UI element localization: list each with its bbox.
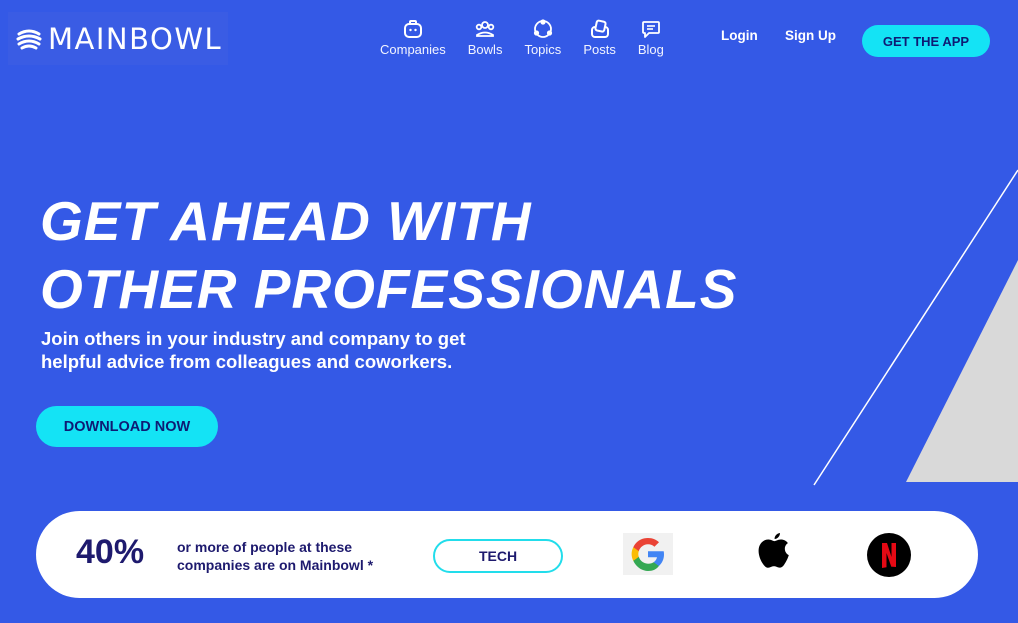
nav-label-posts: Posts (583, 42, 616, 57)
download-now-button[interactable]: DOWNLOAD NOW (36, 406, 218, 447)
nav-label-blog: Blog (637, 42, 664, 57)
tech-filter-button[interactable]: TECH (433, 539, 563, 573)
nav-label-companies: Companies (380, 42, 446, 57)
brand-name: MAINBOWL (48, 21, 223, 56)
google-logo (623, 533, 673, 575)
chat-bubble-icon (641, 21, 660, 38)
nav-item-blog[interactable]: Blog (638, 18, 664, 57)
nav-label-bowls: Bowls (467, 42, 503, 57)
get-the-app-button[interactable]: GET THE APP (862, 25, 990, 57)
hero-title-line-1: GET AHEAD WITH (40, 190, 532, 252)
decorative-triangle-graphic (813, 169, 1018, 486)
briefcase-icon (403, 20, 422, 38)
netflix-logo (867, 533, 911, 577)
posts-icon (590, 19, 609, 38)
hero-title-line-2: OTHER PROFESSIONALS (40, 258, 738, 320)
company-stats-bar: 40% or more of people at these companies… (36, 511, 978, 598)
people-group-icon (475, 21, 495, 37)
mainbowl-logo[interactable]: MAINBOWL (8, 12, 228, 65)
nav-item-topics[interactable]: Topics (524, 18, 561, 57)
signup-link[interactable]: Sign Up (785, 28, 836, 43)
nav-label-topics: Topics (524, 42, 562, 57)
stat-description: or more of people at these companies are… (177, 539, 374, 573)
nav-item-posts[interactable]: Posts (583, 18, 616, 57)
stat-percent: 40% (76, 533, 145, 571)
main-nav: Companies Bowls Topics Posts Blog (380, 18, 686, 57)
mainbowl-logo-mark-icon (16, 29, 42, 49)
hero-subtitle: Join others in your industry and company… (41, 328, 466, 372)
apple-logo (758, 533, 789, 568)
topics-hub-icon (533, 19, 552, 38)
nav-item-companies[interactable]: Companies (380, 18, 446, 57)
login-link[interactable]: Login (721, 28, 758, 43)
hero-title: GET AHEAD WITH OTHER PROFESSIONALS (40, 187, 760, 323)
nav-item-bowls[interactable]: Bowls (467, 18, 503, 57)
